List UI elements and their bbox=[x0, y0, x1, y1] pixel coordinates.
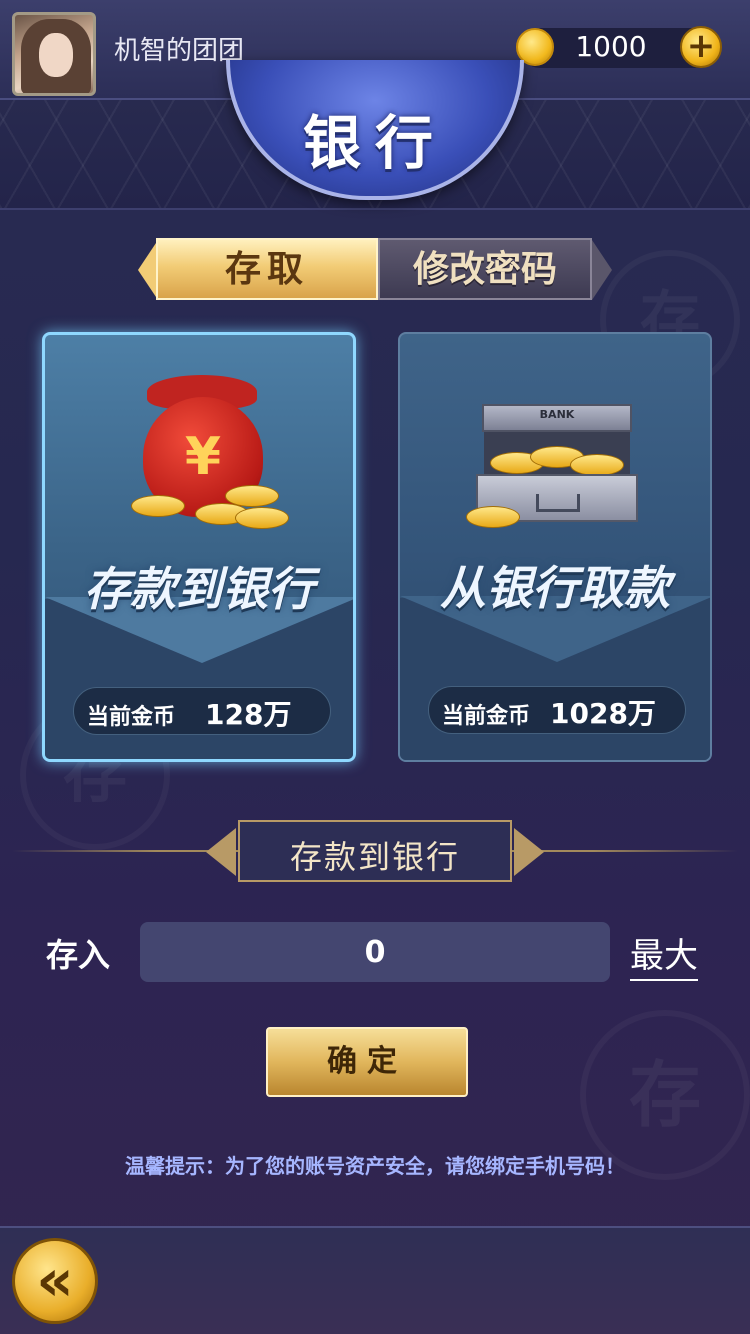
balance-value: 1028万 bbox=[550, 697, 656, 730]
tab-change-password[interactable]: 修改密码 bbox=[378, 238, 592, 300]
section-left-arrow-icon bbox=[206, 828, 236, 876]
tip-text: 温馨提示：为了您的账号资产安全，请您绑定手机号码！ bbox=[125, 1154, 625, 1178]
back-button[interactable]: « bbox=[12, 1238, 98, 1324]
deposit-card-title: 存款到银行 bbox=[84, 562, 314, 616]
username: 机智的团团 bbox=[114, 36, 245, 66]
coin-icon bbox=[235, 507, 289, 529]
withdraw-card[interactable]: BANK 从银行取款 当前金币 1028万 bbox=[398, 332, 712, 762]
coin-icon bbox=[466, 506, 520, 528]
max-amount-button[interactable]: 最大 bbox=[630, 928, 698, 981]
tab-right-arrow-icon bbox=[592, 240, 612, 300]
withdraw-card-title: 从银行取款 bbox=[440, 561, 670, 615]
avatar-face bbox=[39, 33, 73, 77]
avatar[interactable] bbox=[12, 12, 96, 96]
yen-icon: ¥ bbox=[184, 427, 222, 487]
balance-label: 当前金币 bbox=[442, 704, 531, 729]
tab-deposit-withdraw[interactable]: 存取 bbox=[156, 238, 378, 300]
add-coins-button[interactable]: + bbox=[680, 26, 722, 68]
balance-value: 128万 bbox=[205, 698, 292, 731]
deposit-card[interactable]: ¥ 存款到银行 当前金币 128万 bbox=[42, 332, 356, 762]
coin-icon bbox=[131, 495, 185, 517]
section-right-arrow-icon bbox=[514, 828, 544, 876]
bottom-bar bbox=[0, 1226, 750, 1334]
coin-icon bbox=[225, 485, 279, 507]
section-title: 存款到银行 bbox=[289, 838, 460, 876]
balance-label: 当前金币 bbox=[87, 705, 176, 730]
deposit-amount-input[interactable] bbox=[140, 922, 610, 982]
chest-label: BANK bbox=[539, 408, 575, 421]
tab-left-arrow-icon bbox=[138, 240, 158, 300]
confirm-button[interactable]: 确定 bbox=[266, 1027, 468, 1097]
deposit-input-label: 存入 bbox=[46, 936, 111, 974]
chest-handle bbox=[536, 494, 580, 512]
coin-icon bbox=[570, 454, 624, 476]
page-title: 银行 bbox=[302, 109, 447, 177]
coin-amount: 1000 bbox=[575, 30, 647, 63]
